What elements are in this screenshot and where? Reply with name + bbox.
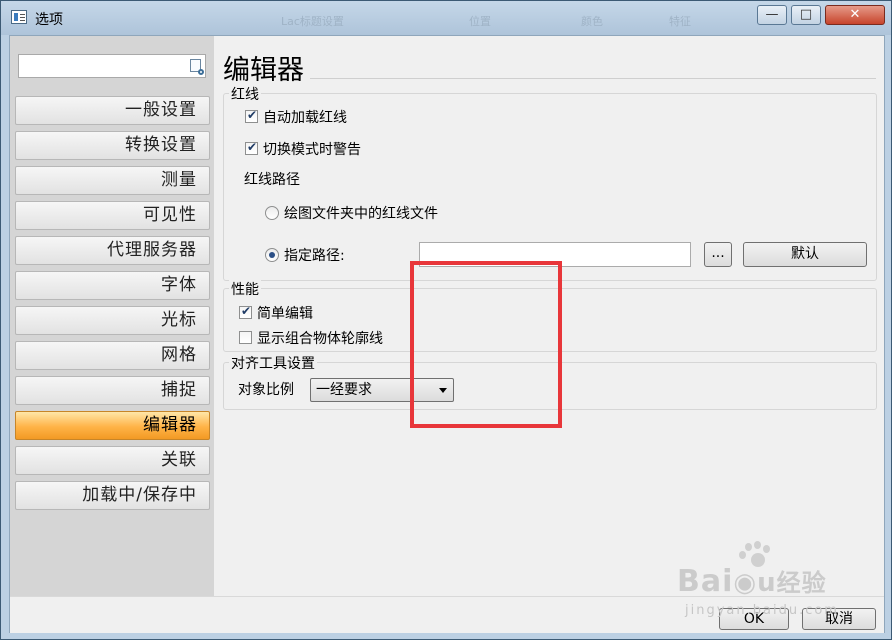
default-button[interactable]: 默认 xyxy=(743,242,867,267)
app-icon xyxy=(11,10,27,24)
drawing-folder-label[interactable]: 绘图文件夹中的红线文件 xyxy=(284,203,438,223)
background-text: 位置 xyxy=(469,15,491,28)
sidebar-item-grid[interactable]: 网格 xyxy=(15,341,210,370)
title-divider xyxy=(310,78,876,79)
sidebar-item-cursor[interactable]: 光标 xyxy=(15,306,210,335)
search-input[interactable] xyxy=(18,54,206,78)
redline-path-heading: 红线路径 xyxy=(244,172,300,188)
simple-edit-checkbox[interactable] xyxy=(239,304,252,319)
drawing-folder-radio[interactable] xyxy=(265,206,279,220)
page-title: 编辑器 xyxy=(223,55,304,86)
sidebar-item-measure[interactable]: 测量 xyxy=(15,166,210,195)
sidebar-item-visibility[interactable]: 可见性 xyxy=(15,201,210,230)
search-icon[interactable] xyxy=(190,59,204,75)
redline-section-title: 红线 xyxy=(229,84,261,104)
specified-path-radio[interactable] xyxy=(265,248,279,262)
sidebar: 一般设置 转换设置 测量 可见性 代理服务器 字体 光标 网格 捕捉 编辑器 关… xyxy=(10,36,214,596)
sidebar-item-conversion[interactable]: 转换设置 xyxy=(15,131,210,160)
object-ratio-value: 一经要求 xyxy=(316,382,372,398)
minimize-icon: — xyxy=(765,7,779,22)
sidebar-item-load-save[interactable]: 加载中/保存中 xyxy=(15,481,210,510)
warn-on-switch-checkbox[interactable] xyxy=(245,140,258,155)
window-title: 选项 xyxy=(35,12,63,28)
performance-section-title: 性能 xyxy=(229,279,261,299)
simple-edit-label[interactable]: 简单编辑 xyxy=(257,303,313,323)
maximize-button[interactable]: □ xyxy=(791,5,821,25)
sidebar-item-association[interactable]: 关联 xyxy=(15,446,210,475)
sidebar-item-editor[interactable]: 编辑器 xyxy=(15,411,210,440)
sidebar-item-general[interactable]: 一般设置 xyxy=(15,96,210,125)
chevron-down-icon xyxy=(439,388,447,393)
redline-path-input[interactable] xyxy=(419,242,691,267)
title-bar[interactable]: 选项 Lac标题设置 位置 颜色 特征 — □ ✕ xyxy=(1,1,891,35)
watermark: Bai◉u经验 jingyan.baidu.com xyxy=(677,541,877,631)
show-group-outline-label[interactable]: 显示组合物体轮廓线 xyxy=(257,328,383,348)
sidebar-item-proxy[interactable]: 代理服务器 xyxy=(15,236,210,265)
editor-panel: 编辑器 红线 自动加载红线 切换模式时警告 红线路径 绘图文件夹中的红线文件 指… xyxy=(214,36,884,596)
maximize-icon: □ xyxy=(799,7,813,22)
object-ratio-label: 对象比例 xyxy=(238,382,294,398)
background-text: Lac标题设置 xyxy=(281,15,344,28)
warn-on-switch-label[interactable]: 切换模式时警告 xyxy=(263,139,361,159)
object-ratio-select[interactable]: 一经要求 xyxy=(310,378,454,402)
show-group-outline-checkbox[interactable] xyxy=(239,331,252,344)
background-text: 颜色 xyxy=(581,15,603,28)
options-window: 选项 Lac标题设置 位置 颜色 特征 — □ ✕ 一般设置 转换设置 测量 可… xyxy=(0,0,892,640)
sidebar-item-snap[interactable]: 捕捉 xyxy=(15,376,210,405)
browse-button[interactable]: ... xyxy=(704,242,732,267)
specified-path-label[interactable]: 指定路径: xyxy=(284,245,345,265)
align-tools-section-title: 对齐工具设置 xyxy=(229,353,317,373)
watermark-brand: Bai◉u经验 xyxy=(677,564,827,599)
auto-load-redline-checkbox[interactable] xyxy=(245,108,258,123)
auto-load-redline-label[interactable]: 自动加载红线 xyxy=(263,107,347,127)
background-text: 特征 xyxy=(669,15,691,28)
sidebar-item-font[interactable]: 字体 xyxy=(15,271,210,300)
close-button[interactable]: ✕ xyxy=(825,5,885,25)
close-icon: ✕ xyxy=(849,7,861,22)
watermark-url: jingyan.baidu.com xyxy=(685,603,839,618)
minimize-button[interactable]: — xyxy=(757,5,787,25)
